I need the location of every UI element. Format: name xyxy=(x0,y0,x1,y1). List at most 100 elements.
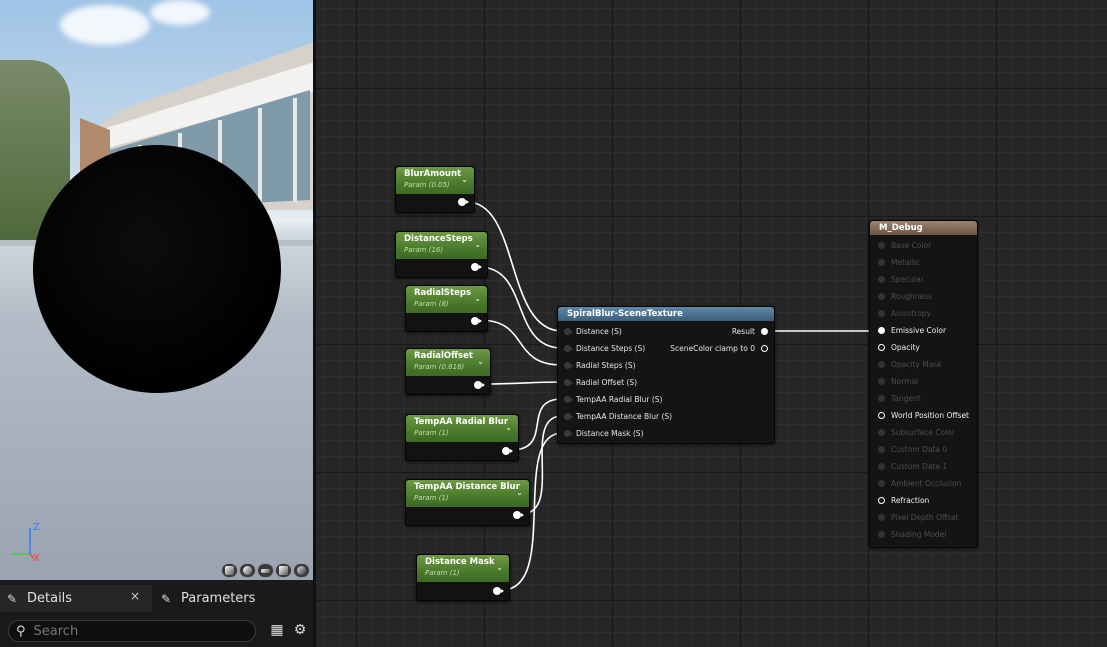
plane-icon[interactable] xyxy=(257,563,274,578)
output-pin[interactable] xyxy=(493,587,504,595)
param-node-bluramount[interactable]: BlurAmount Param (0.05) ⌄ xyxy=(395,166,475,213)
input-pin[interactable] xyxy=(564,362,573,369)
input-label: Base Color xyxy=(891,241,932,250)
chevron-down-icon[interactable]: ⌄ xyxy=(477,357,484,366)
param-node-distancesteps[interactable]: DistanceSteps Param (16) ⌄ xyxy=(395,231,488,278)
details-panel: ✎ Details × ✎ Parameters ⚲ ▦ ⚙ xyxy=(0,580,313,647)
input-pin[interactable] xyxy=(878,429,885,436)
output-pin[interactable] xyxy=(761,328,768,335)
chevron-down-icon[interactable]: ⌄ xyxy=(516,488,523,497)
param-node-radialsteps[interactable]: RadialSteps Param (8) ⌄ xyxy=(405,285,488,332)
input-pin[interactable] xyxy=(878,514,885,521)
input-pin[interactable] xyxy=(878,480,885,487)
param-node-distance-mask[interactable]: Distance Mask Param (1) ⌄ xyxy=(416,554,510,601)
sphere-icon[interactable] xyxy=(239,563,256,578)
input-label: Tangent xyxy=(891,394,921,403)
input-pin[interactable] xyxy=(878,259,885,266)
param-name: DistanceSteps xyxy=(404,234,473,244)
input-label: Custom Data 1 xyxy=(891,462,948,471)
gear-icon[interactable]: ⚙ xyxy=(292,622,308,638)
search-input[interactable] xyxy=(31,622,246,640)
input-label: Refraction xyxy=(891,496,930,505)
axis-x-label: X xyxy=(33,553,40,563)
chevron-down-icon[interactable]: ⌄ xyxy=(474,240,481,249)
input-label: Distance Mask (S) xyxy=(576,429,644,438)
axis-gizmo: Z X xyxy=(12,522,40,563)
input-pin[interactable] xyxy=(878,531,885,538)
output-pin[interactable] xyxy=(513,511,524,519)
cylinder-icon[interactable] xyxy=(221,563,238,578)
input-label: Custom Data 0 xyxy=(891,445,948,454)
chevron-down-icon[interactable]: ⌄ xyxy=(461,175,468,184)
input-pin[interactable] xyxy=(878,497,885,504)
input-pin[interactable] xyxy=(564,328,573,335)
input-pin[interactable] xyxy=(564,413,573,420)
input-pin[interactable] xyxy=(878,327,885,334)
input-label: Shading Model xyxy=(891,530,947,539)
material-preview-viewport[interactable]: Z X xyxy=(0,0,313,580)
input-pin[interactable] xyxy=(878,293,885,300)
output-pin[interactable] xyxy=(471,263,482,271)
input-pin[interactable] xyxy=(564,345,573,352)
input-label: Normal xyxy=(891,377,919,386)
param-node-radialoffset[interactable]: RadialOffset Param (0.618) ⌄ xyxy=(405,348,491,395)
close-icon[interactable]: × xyxy=(130,589,140,603)
input-label: Opacity xyxy=(891,343,920,352)
input-pin[interactable] xyxy=(878,344,885,351)
tab-parameters[interactable]: ✎ Parameters xyxy=(154,585,304,612)
param-node-tempaa-distance-blur[interactable]: TempAA Distance Blur Param (1) ⌄ xyxy=(405,479,530,526)
output-pin[interactable] xyxy=(474,381,485,389)
input-pin[interactable] xyxy=(564,379,573,386)
input-label: Roughness xyxy=(891,292,932,301)
cloud xyxy=(150,0,210,25)
custom-mesh-icon[interactable] xyxy=(293,563,310,578)
input-label: Opacity Mask xyxy=(891,360,942,369)
node-title: SpiralBlur-SceneTexture xyxy=(567,309,683,319)
param-name: RadialSteps xyxy=(414,288,472,298)
output-pin[interactable] xyxy=(458,198,469,206)
param-value: Param (1) xyxy=(414,494,449,502)
input-label: Ambient Occlusion xyxy=(891,479,962,488)
input-label: TempAA Distance Blur (S) xyxy=(576,412,673,421)
pencil-icon: ✎ xyxy=(7,591,18,606)
param-value: Param (0.05) xyxy=(404,181,450,189)
input-label: Radial Steps (S) xyxy=(576,361,636,370)
chevron-down-icon[interactable]: ⌄ xyxy=(474,294,481,303)
input-pin[interactable] xyxy=(878,310,885,317)
param-node-tempaa-radial-blur[interactable]: TempAA Radial Blur Param (1) ⌄ xyxy=(405,414,519,461)
input-label: Distance (S) xyxy=(576,327,622,336)
pencil-icon: ✎ xyxy=(161,591,172,606)
tab-details-label: Details xyxy=(27,591,73,606)
cube-icon[interactable] xyxy=(275,563,292,578)
search-box: ⚲ xyxy=(8,620,256,642)
material-node-m-debug[interactable]: M_Debug Base Color Metallic Specular Roughn… xyxy=(869,220,978,548)
chevron-down-icon[interactable]: ⌄ xyxy=(505,423,512,432)
input-pin[interactable] xyxy=(878,242,885,249)
input-pin[interactable] xyxy=(878,361,885,368)
input-pin[interactable] xyxy=(878,412,885,419)
output-pin[interactable] xyxy=(471,317,482,325)
input-label: Emissive Color xyxy=(891,326,947,335)
input-pin[interactable] xyxy=(878,395,885,402)
input-label: Distance Steps (S) xyxy=(576,344,646,353)
param-name: TempAA Distance Blur xyxy=(414,482,520,492)
input-pin[interactable] xyxy=(878,276,885,283)
input-pin[interactable] xyxy=(878,378,885,385)
input-label: Specular xyxy=(891,275,924,284)
output-pin[interactable] xyxy=(761,345,768,352)
param-value: Param (8) xyxy=(414,300,449,308)
tab-parameters-label: Parameters xyxy=(181,591,256,606)
function-node-spiralblur[interactable]: SpiralBlur-SceneTexture Distance (S) Dis… xyxy=(557,306,775,444)
input-pin[interactable] xyxy=(564,430,573,437)
input-pin[interactable] xyxy=(878,446,885,453)
output-label: SceneColor clamp to 0 xyxy=(670,344,755,353)
table-view-icon[interactable]: ▦ xyxy=(269,622,285,638)
output-pin[interactable] xyxy=(502,447,513,455)
tab-details[interactable]: ✎ Details × xyxy=(0,585,152,612)
chevron-down-icon[interactable]: ⌄ xyxy=(496,563,503,572)
input-pin[interactable] xyxy=(564,396,573,403)
input-label: Radial Offset (S) xyxy=(576,378,638,387)
preview-mesh-toolbar xyxy=(221,563,310,578)
input-pin[interactable] xyxy=(878,463,885,470)
input-label: Anisotropy xyxy=(891,309,932,318)
